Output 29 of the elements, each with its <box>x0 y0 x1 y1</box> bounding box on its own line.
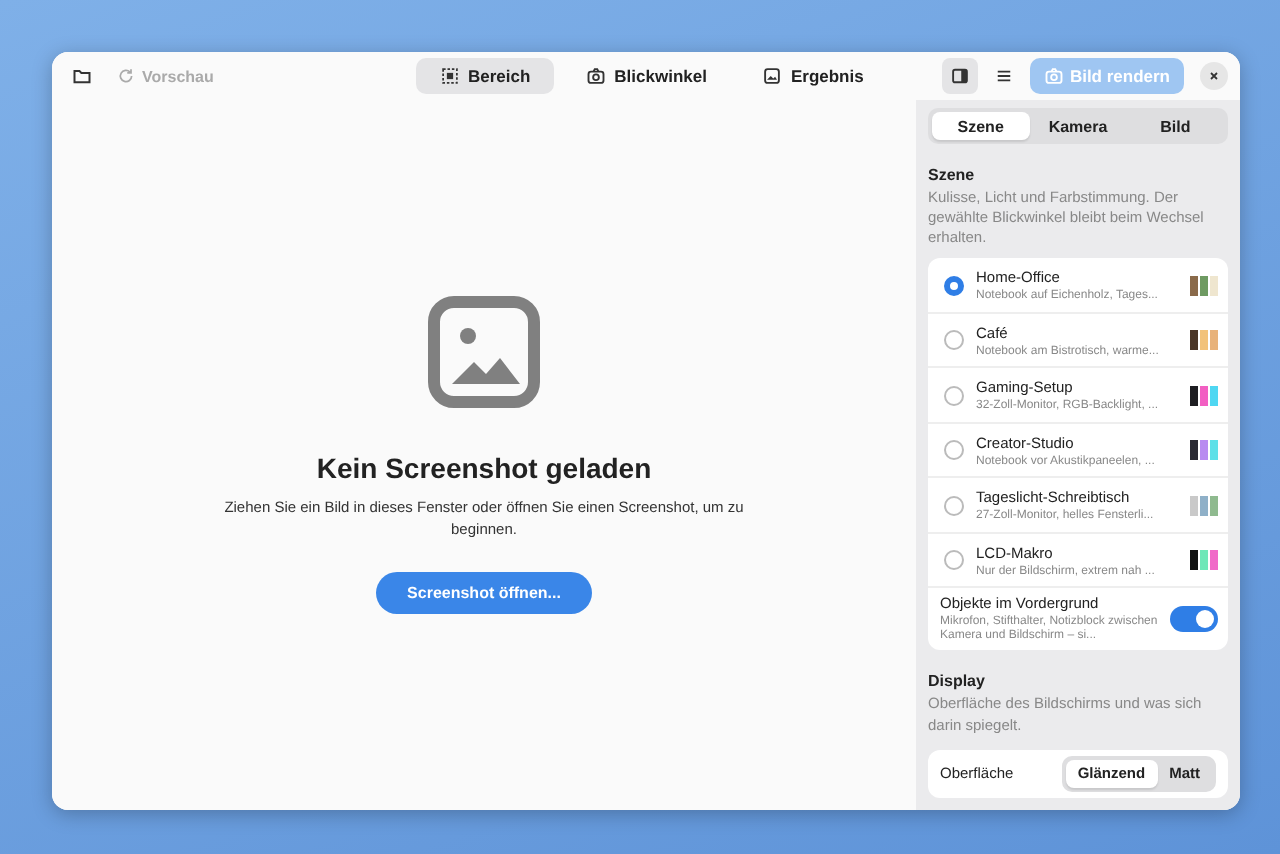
sidebar-icon <box>949 66 970 86</box>
toggle-switch[interactable] <box>1170 606 1218 633</box>
folder-icon <box>72 66 92 86</box>
radio-button[interactable] <box>944 275 964 296</box>
radio-button[interactable] <box>944 440 964 461</box>
view-tab[interactable]: Bereich <box>415 58 555 94</box>
section-heading: Display <box>928 672 987 691</box>
sidebar-tab[interactable]: Szene <box>932 112 1030 140</box>
section-heading: Szene <box>928 166 977 184</box>
menu-icon <box>993 66 1014 86</box>
sidebar-tab[interactable]: Bild <box>1126 112 1225 140</box>
image-placeholder-icon <box>428 296 540 408</box>
camera-icon <box>586 66 607 86</box>
radio-button[interactable] <box>944 385 964 406</box>
selection-icon <box>439 66 460 86</box>
camera-icon <box>1043 66 1064 86</box>
close-icon <box>1206 68 1222 84</box>
image-icon <box>762 66 783 86</box>
sidebar-toggle-button[interactable] <box>941 58 978 94</box>
sidebar-tab[interactable]: Kamera <box>1029 112 1127 140</box>
view-tab[interactable]: Ergebnis <box>738 58 888 94</box>
open-screenshot-button[interactable]: Screenshot öffnen... <box>375 572 593 614</box>
radio-button[interactable] <box>944 495 964 516</box>
radio-button[interactable] <box>944 550 964 571</box>
radio-button[interactable] <box>944 330 964 351</box>
view-tab[interactable]: Blickwinkel <box>562 58 731 94</box>
refresh-icon <box>116 66 136 86</box>
empty-state-title: Kein Screenshot geladen <box>316 452 652 484</box>
close-button[interactable] <box>1200 62 1228 90</box>
